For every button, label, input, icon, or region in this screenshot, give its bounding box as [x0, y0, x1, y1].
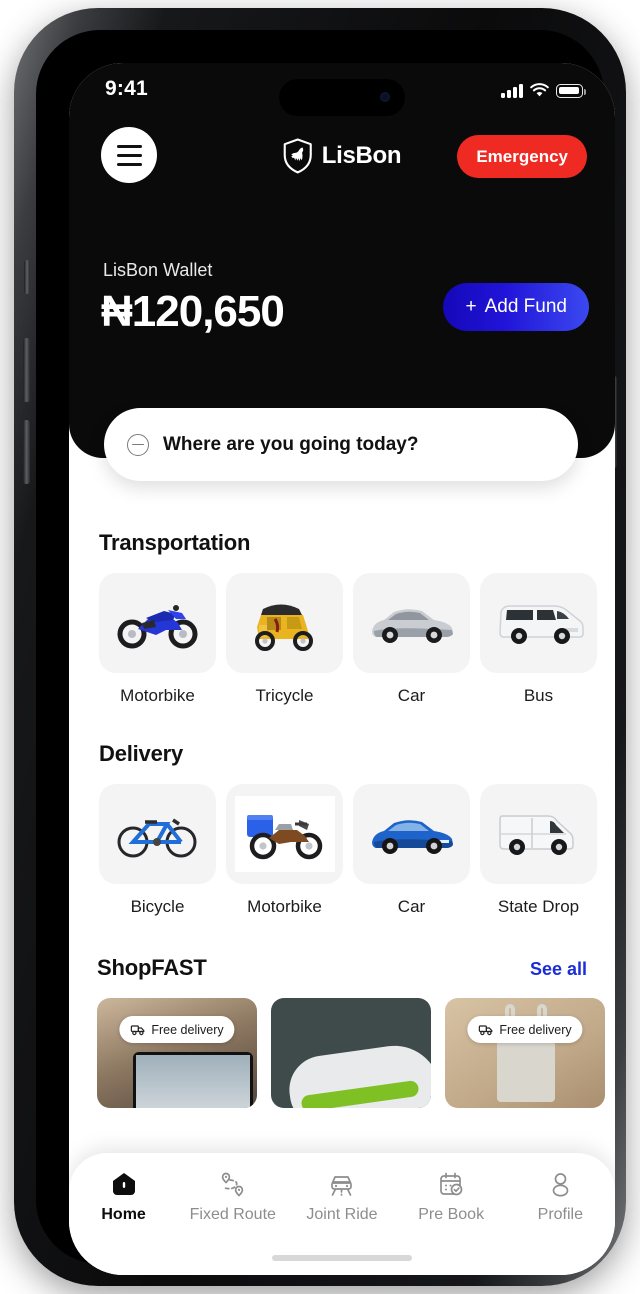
nav-label: Joint Ride — [306, 1206, 378, 1223]
tile-label: Car — [397, 686, 426, 705]
tile-image — [226, 784, 343, 884]
transport-option-motorbike[interactable]: Motorbike — [99, 573, 216, 706]
delivery-tiles: Bicycle Motorbike Car State Drop — [69, 784, 615, 917]
delivery-motorbike-icon — [246, 815, 322, 860]
nav-label: Fixed Route — [189, 1206, 276, 1223]
transportation-title: Transportation — [99, 530, 251, 555]
badge-label: Free delivery — [499, 1022, 572, 1037]
nav-item-pre-book[interactable]: Pre Book — [401, 1169, 501, 1224]
transport-option-bus[interactable]: Bus — [480, 573, 597, 706]
delivery-option-bicycle[interactable]: Bicycle — [99, 784, 216, 917]
blue-sedan-icon — [371, 820, 453, 854]
tile-label: Motorbike — [247, 897, 322, 916]
free-delivery-badge: Free delivery — [119, 1016, 235, 1043]
car-front-icon — [327, 1169, 357, 1199]
tile-image — [226, 573, 343, 673]
calendar-check-icon — [436, 1169, 466, 1199]
wallet-label: LisBon Wallet — [103, 260, 213, 280]
shopfast-carousel[interactable]: Free delivery Free delivery — [69, 998, 615, 1108]
destination-circle-icon — [127, 433, 149, 456]
tile-image — [353, 573, 470, 673]
badge-label: Free delivery — [151, 1022, 224, 1037]
hamburger-menu-icon[interactable] — [101, 127, 157, 183]
sport-motorbike-icon — [117, 605, 197, 649]
bicycle-icon — [117, 818, 196, 858]
tile-image — [99, 784, 216, 884]
phone-bezel: 9:41 LisBon Emergency LisBon Wallet ₦120… — [36, 30, 615, 1275]
tile-label: Motorbike — [120, 686, 195, 705]
search-destination-input[interactable]: Where are you going today? — [104, 408, 578, 481]
status-bar: 9:41 — [69, 63, 615, 116]
person-icon — [545, 1169, 575, 1199]
status-bar-time: 9:41 — [105, 77, 148, 100]
transport-option-car[interactable]: Car — [353, 573, 470, 706]
shield-horse-logo-icon — [283, 138, 312, 174]
dynamic-island — [279, 79, 405, 116]
app-header: LisBon Emergency — [69, 125, 615, 189]
tile-label: Bicycle — [130, 897, 185, 916]
nav-label: Profile — [537, 1206, 584, 1223]
add-fund-label: Add Fund — [484, 296, 567, 317]
battery-full-icon — [556, 84, 586, 98]
shopfast-card[interactable] — [271, 998, 431, 1108]
delivery-option-motorbike[interactable]: Motorbike — [226, 784, 343, 917]
emergency-button[interactable]: Emergency — [457, 135, 587, 178]
status-bar-indicators — [501, 80, 586, 98]
nav-label: Pre Book — [418, 1206, 485, 1223]
plus-icon: + — [465, 296, 477, 317]
delivery-title: Delivery — [99, 741, 184, 766]
wifi-icon — [530, 83, 549, 97]
white-minibus-icon — [498, 605, 584, 644]
keke-tricycle-icon — [254, 604, 313, 651]
see-all-link[interactable]: See all — [530, 959, 587, 980]
nav-label: Home — [101, 1206, 146, 1223]
tile-image — [480, 573, 597, 673]
phone-screen: 9:41 LisBon Emergency LisBon Wallet ₦120… — [69, 63, 615, 1275]
tile-image — [353, 784, 470, 884]
tile-image — [99, 573, 216, 673]
brand-logo: LisBon — [283, 138, 402, 174]
delivery-truck-icon — [478, 1025, 493, 1036]
home-filled-icon — [109, 1169, 139, 1199]
add-fund-button[interactable]: + Add Fund — [443, 283, 589, 331]
transport-option-tricycle[interactable]: Tricycle — [226, 573, 343, 706]
route-pins-icon — [218, 1169, 248, 1199]
volume-down-button[interactable] — [23, 420, 30, 484]
transportation-tiles: Motorbike Tricycle Car Bus — [69, 573, 615, 706]
shopfast-header: ShopFAST See all — [69, 955, 615, 981]
bottom-navigation: Home Fixed Route Joint Ride Pre Book Pro… — [69, 1153, 615, 1275]
delivery-option-car[interactable]: Car — [353, 784, 470, 917]
shopfast-title: ShopFAST — [97, 955, 207, 980]
signal-bars-icon — [501, 83, 523, 98]
shopfast-card[interactable]: Free delivery — [445, 998, 605, 1108]
tile-label: Car — [397, 897, 426, 916]
silent-switch[interactable] — [24, 260, 30, 294]
delivery-option-state-drop[interactable]: State Drop — [480, 784, 597, 917]
shopfast-card[interactable]: Free delivery — [97, 998, 257, 1108]
tile-label: State Drop — [497, 897, 580, 916]
nav-item-joint-ride[interactable]: Joint Ride — [292, 1169, 392, 1224]
free-delivery-badge: Free delivery — [467, 1016, 583, 1043]
home-indicator[interactable] — [272, 1255, 412, 1261]
brand-name: LisBon — [321, 142, 402, 169]
nav-item-home[interactable]: Home — [74, 1169, 174, 1224]
volume-up-button[interactable] — [23, 338, 30, 402]
delivery-truck-icon — [130, 1025, 145, 1036]
silver-sedan-icon — [371, 609, 453, 643]
hero-section: 9:41 LisBon Emergency LisBon Wallet ₦120… — [69, 63, 615, 458]
phone-frame: 9:41 LisBon Emergency LisBon Wallet ₦120… — [14, 8, 626, 1286]
wallet-balance: ₦120,650 — [101, 287, 285, 336]
nav-item-profile[interactable]: Profile — [510, 1169, 610, 1224]
screenshot-root: 9:41 LisBon Emergency LisBon Wallet ₦120… — [0, 0, 640, 1294]
tile-image — [480, 784, 597, 884]
cargo-van-icon — [498, 815, 574, 855]
tile-label: Bus — [523, 686, 554, 705]
tile-label: Tricycle — [255, 686, 314, 705]
search-placeholder: Where are you going today? — [163, 433, 419, 455]
nav-item-fixed-route[interactable]: Fixed Route — [183, 1169, 283, 1224]
